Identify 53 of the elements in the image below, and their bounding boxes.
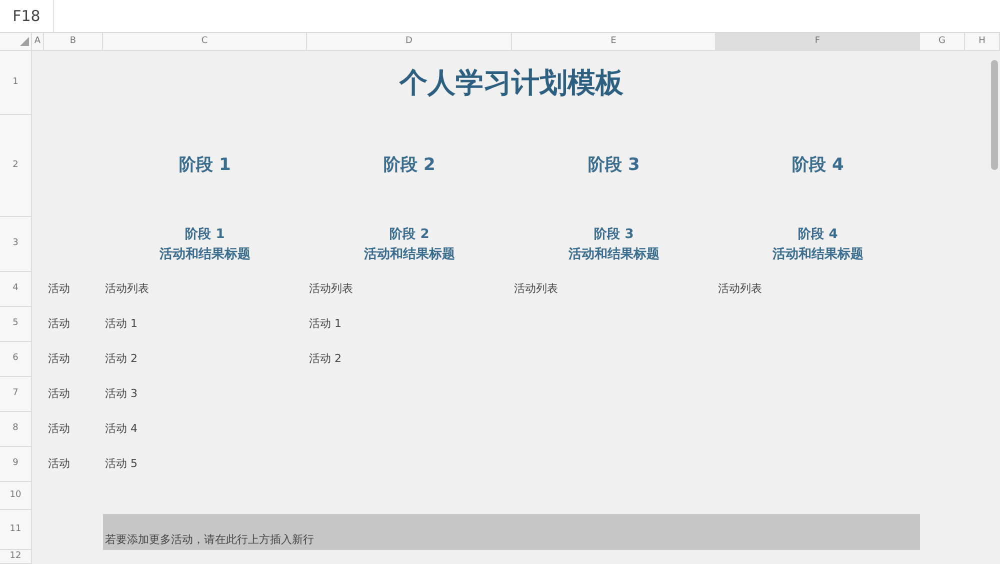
column-header[interactable]: C xyxy=(103,33,307,51)
stage-heading: 阶段 4 xyxy=(792,154,844,178)
stage-heading: 阶段 2 xyxy=(384,154,436,178)
row-header[interactable]: 1 xyxy=(0,51,32,115)
stage-subtitle: 活动和结果标题 xyxy=(568,246,660,264)
table-cell-text: 活动列表 xyxy=(717,281,763,298)
stage-label: 阶段 1 xyxy=(185,226,225,244)
column-header[interactable]: A xyxy=(32,33,44,51)
column-header[interactable]: F xyxy=(716,33,920,51)
table-cell-text: 活动 1 xyxy=(308,316,342,332)
table-cell-text: 活动列表 xyxy=(308,281,354,298)
table-cell-text: 活动 xyxy=(47,421,71,438)
stage-heading: 阶段 3 xyxy=(588,154,640,178)
row-header[interactable]: 9 xyxy=(0,447,32,482)
table-cell-text: 活动 xyxy=(47,386,71,402)
stage-subtitle: 活动和结果标题 xyxy=(364,246,455,264)
stage-label: 阶段 4 xyxy=(798,226,838,244)
scrollbar-thumb[interactable] xyxy=(991,60,998,170)
column-header[interactable]: D xyxy=(307,33,512,51)
stage-label: 阶段 2 xyxy=(390,226,430,244)
row-header[interactable]: 11 xyxy=(0,510,32,550)
stage-label: 阶段 3 xyxy=(594,226,634,244)
column-header[interactable]: B xyxy=(44,33,103,51)
row-header[interactable]: 7 xyxy=(0,377,32,412)
column-header[interactable]: H xyxy=(965,33,1000,51)
table-cell-text: 活动 2 xyxy=(308,351,342,368)
table-cell-text: 活动 3 xyxy=(104,386,138,402)
table-cell-text: 活动 xyxy=(47,281,71,298)
sheet-title: 个人学习计划模板 xyxy=(400,65,624,101)
table-cell-text: 活动列表 xyxy=(513,281,559,298)
row-header[interactable]: 8 xyxy=(0,412,32,447)
note-bar: 若要添加更多活动，请在此行上方插入新行 xyxy=(103,514,920,550)
stage-heading: 阶段 1 xyxy=(179,154,231,178)
table-cell-text: 活动 2 xyxy=(104,351,138,368)
table-cell-text: 活动 xyxy=(47,316,71,332)
table-cell-text: 活动 xyxy=(47,456,71,472)
select-all-icon[interactable] xyxy=(20,37,29,46)
table-cell-text: 活动列表 xyxy=(104,281,150,298)
table-cell-text: 活动 xyxy=(47,351,71,368)
column-header[interactable]: G xyxy=(920,33,965,51)
row-header[interactable]: 5 xyxy=(0,307,32,342)
row-header[interactable]: 4 xyxy=(0,272,32,307)
row-header[interactable]: 12 xyxy=(0,550,32,564)
table-cell-text: 活动 5 xyxy=(104,456,138,472)
table-cell-text: 活动 4 xyxy=(104,421,138,438)
row-header[interactable]: 3 xyxy=(0,217,32,272)
stage-subtitle: 活动和结果标题 xyxy=(772,246,864,264)
row-header[interactable]: 10 xyxy=(0,482,32,510)
table-cell-text: 活动 1 xyxy=(104,316,138,332)
stage-subtitle: 活动和结果标题 xyxy=(160,246,250,264)
row-header[interactable]: 6 xyxy=(0,342,32,377)
column-header[interactable]: E xyxy=(512,33,716,51)
row-header[interactable]: 2 xyxy=(0,115,32,217)
